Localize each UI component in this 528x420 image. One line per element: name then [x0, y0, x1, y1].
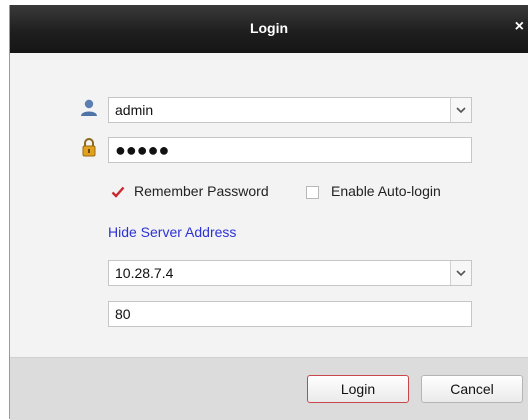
username-value: admin	[115, 102, 154, 118]
password-field[interactable]: ●●●●●	[108, 137, 472, 163]
lock-icon	[82, 138, 96, 157]
auto-login-checkbox[interactable]	[306, 186, 319, 199]
password-masked-value: ●●●●●	[115, 140, 170, 160]
server-address-combobox[interactable]: 10.28.7.4	[108, 260, 472, 286]
chevron-down-icon	[456, 107, 466, 114]
username-combobox[interactable]: admin	[108, 97, 472, 123]
close-icon[interactable]: ×	[515, 18, 524, 36]
user-icon	[81, 99, 97, 116]
form-area: admin ●●●●● Remember Password Enable Aut…	[10, 53, 528, 357]
username-dropdown-button[interactable]	[450, 98, 471, 122]
title-bar[interactable]: Login ×	[10, 5, 528, 53]
port-field[interactable]: 80	[108, 301, 472, 327]
server-address-dropdown-button[interactable]	[450, 261, 471, 285]
remember-password-checkbox[interactable]	[111, 185, 125, 198]
button-bar: Login Cancel	[10, 357, 528, 420]
remember-password-label[interactable]: Remember Password	[134, 183, 269, 199]
auto-login-label[interactable]: Enable Auto-login	[331, 183, 441, 199]
checkmark-icon	[111, 186, 125, 198]
login-dialog: Login × admin ●●●●● Remember Password En…	[9, 5, 528, 420]
login-button[interactable]: Login	[307, 375, 409, 403]
hide-server-address-link[interactable]: Hide Server Address	[108, 224, 236, 240]
cancel-button[interactable]: Cancel	[421, 375, 523, 403]
port-value: 80	[115, 306, 131, 322]
dialog-title: Login	[249, 20, 289, 36]
server-address-value: 10.28.7.4	[115, 265, 174, 281]
chevron-down-icon	[456, 270, 466, 277]
